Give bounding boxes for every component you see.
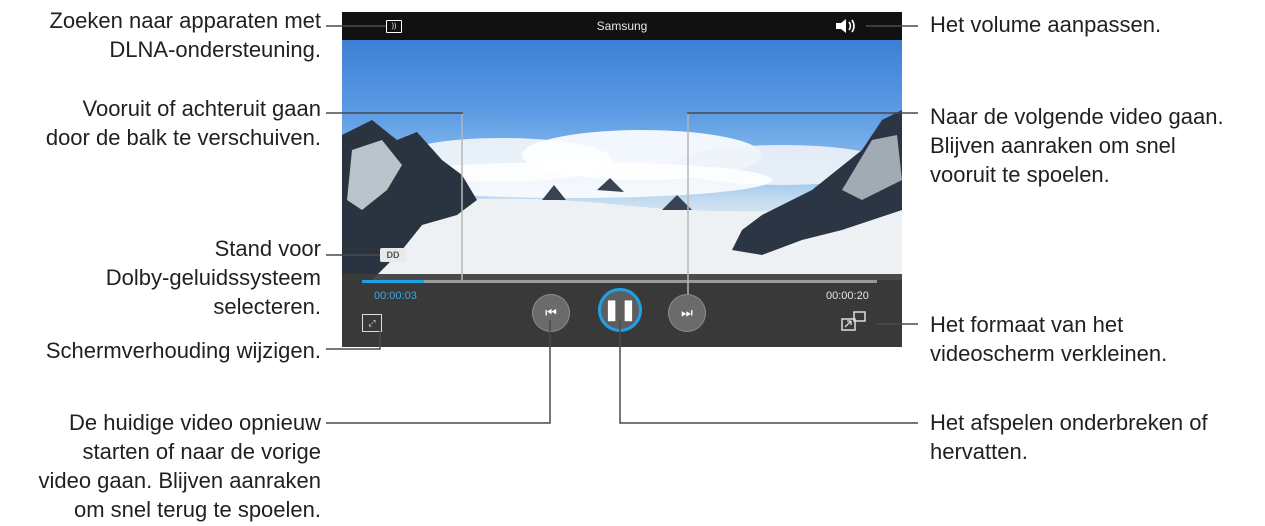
annotation-dlna: Zoeken naar apparaten met DLNA-ondersteu…	[49, 8, 321, 62]
playback-controls: 00:00:03 00:00:20 ⤢ ⏮ ❚❚ ⏭	[342, 274, 902, 347]
current-time: 00:00:03	[374, 290, 417, 302]
total-time: 00:00:20	[826, 290, 869, 302]
annotation-volume: Het volume aanpassen.	[930, 12, 1162, 37]
next-button[interactable]: ⏭	[668, 294, 706, 332]
seek-bar[interactable]	[362, 280, 877, 283]
annotation-seek: Vooruit of achteruit gaan door de balk t…	[45, 96, 321, 150]
pause-button[interactable]: ❚❚	[598, 288, 642, 332]
volume-icon[interactable]	[834, 18, 858, 34]
fullscreen-corners-icon[interactable]: ⤢	[362, 314, 382, 332]
annotation-dolby: Stand voor Dolby-geluidssysteem selecter…	[105, 236, 321, 319]
seek-bar-progress	[362, 280, 424, 283]
annotation-pause: Het afspelen onderbreken of hervatten.	[930, 410, 1208, 464]
previous-button[interactable]: ⏮	[532, 294, 570, 332]
video-title: Samsung	[596, 19, 648, 33]
annotation-previous: De huidige video opnieuw starten of naar…	[38, 410, 321, 522]
video-frame[interactable]	[342, 40, 902, 280]
annotation-aspect: Schermverhouding wijzigen.	[45, 338, 321, 363]
dolby-icon[interactable]: DD	[380, 248, 406, 262]
video-player-screen: )) Samsung 00:00:03 00:00:20 ⤢ ⏮ ❚❚ ⏭	[342, 12, 902, 347]
pause-icon: ❚❚	[603, 299, 637, 321]
annotation-next: Naar de volgende video gaan. Blijven aan…	[930, 104, 1224, 187]
skip-next-icon: ⏭	[681, 305, 693, 320]
popup-window-icon[interactable]	[840, 310, 868, 332]
top-bar: )) Samsung	[342, 12, 902, 40]
mountain-landscape-image	[342, 110, 902, 280]
skip-previous-icon: ⏮	[545, 305, 557, 320]
annotation-popup: Het formaat van het videoscherm verklein…	[930, 312, 1168, 366]
